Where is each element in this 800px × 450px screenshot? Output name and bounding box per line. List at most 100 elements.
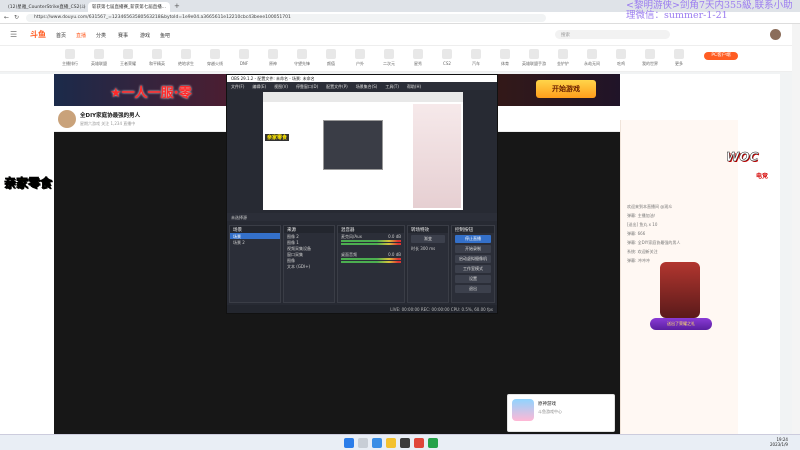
category-item[interactable]: 穿越火线 — [201, 49, 229, 67]
obs-preview[interactable]: 亲家零食 — [263, 92, 463, 210]
stop-stream-button[interactable]: 停止直播 — [455, 235, 491, 243]
category-icon — [645, 49, 655, 59]
settings-button[interactable]: 设置 — [455, 275, 491, 283]
browser-tab-active[interactable]: 斩获第七届直播赛_斩获第七届直播... — [88, 2, 170, 12]
desktop-meter — [341, 261, 401, 263]
category-label: 金铲铲 — [557, 61, 569, 66]
category-label: 二次元 — [383, 61, 395, 66]
room-title: 全DIY家庭协最强的男人 — [80, 113, 141, 119]
category-item[interactable]: 更多 — [665, 49, 693, 67]
desktop-meter — [341, 258, 401, 260]
sources-title: 来源 — [284, 226, 334, 233]
preview-page-side — [413, 104, 461, 208]
obs-menu-item[interactable]: 场景集合(S) — [356, 84, 378, 89]
nav-fishbar[interactable]: 鱼吧 — [160, 32, 170, 39]
url-field[interactable]: https://www.douyu.com/631567_=1234656358… — [26, 14, 546, 22]
obs-menu-item[interactable]: 文件(F) — [231, 84, 244, 89]
category-label: 永劫无间 — [584, 61, 600, 66]
reload-icon[interactable]: ↻ — [14, 14, 19, 21]
obs-menu-item[interactable]: 工具(T) — [385, 84, 399, 89]
chat-message: [送出] 鱼丸 x 10 — [627, 222, 658, 227]
obs-menu-item[interactable]: 编辑(E) — [252, 84, 266, 89]
category-icon — [500, 49, 510, 59]
category-item[interactable]: 吃鸡 — [607, 49, 635, 67]
page-scrollbar[interactable] — [792, 24, 800, 434]
category-item[interactable]: 金铲铲 — [549, 49, 577, 67]
user-avatar[interactable] — [770, 29, 781, 40]
category-item[interactable]: 主播排行 — [56, 49, 84, 67]
site-logo[interactable]: 斗鱼 — [30, 29, 46, 40]
category-label: 主播排行 — [62, 61, 78, 66]
nav-category[interactable]: 分类 — [96, 32, 106, 39]
start-record-button[interactable]: 开始录制 — [455, 245, 491, 253]
category-icon — [123, 49, 133, 59]
back-icon[interactable]: ← — [4, 14, 9, 21]
category-item[interactable]: 汽车 — [462, 49, 490, 67]
gift-bubble[interactable]: 送出了荣耀之礼 — [650, 318, 712, 330]
mixer-panel: 混音器 麦克风/Aux 0.0 dB 桌面音频 0.0 dB — [337, 225, 405, 303]
obs-icon[interactable] — [400, 438, 410, 448]
category-item[interactable]: 二次元 — [375, 49, 403, 67]
nav-home[interactable]: 首页 — [56, 32, 66, 39]
start-game-button[interactable]: 开始游戏 — [536, 80, 596, 98]
obs-menu-item[interactable]: 帮助(H) — [407, 84, 421, 89]
category-item[interactable]: 我的世界 — [636, 49, 664, 67]
windows-start-icon[interactable] — [344, 438, 354, 448]
banner-title: ★一人一服·零 — [110, 86, 192, 101]
obs-menu-item[interactable]: 配置文件(P) — [326, 84, 348, 89]
obs-menu-item[interactable]: 停靠窗口(D) — [296, 84, 318, 89]
new-tab-icon[interactable]: + — [174, 2, 180, 10]
search-input[interactable]: 搜索 — [555, 30, 670, 39]
category-item[interactable]: 颜值 — [317, 49, 345, 67]
obs-menu-item[interactable]: 视图(V) — [274, 84, 288, 89]
exit-button[interactable]: 退出 — [455, 285, 491, 293]
menu-icon[interactable]: ☰ — [10, 30, 17, 39]
category-label: 户外 — [356, 61, 364, 66]
pc-client-button[interactable]: PC客户端 — [704, 52, 738, 60]
search-icon[interactable] — [358, 438, 368, 448]
category-item[interactable]: 绝地求生 — [172, 49, 200, 67]
chrome-icon[interactable] — [414, 438, 424, 448]
obs-window[interactable]: OBS 29.1.2 - 配置文件: 未命名 - 场景: 未命名 文件(F) 编辑… — [226, 74, 498, 314]
streamer-avatar[interactable] — [58, 110, 76, 128]
app-card[interactable]: 原神游戏 斗鱼游戏中心 — [507, 394, 615, 432]
category-item[interactable]: 守望先锋 — [288, 49, 316, 67]
category-label: 体育 — [501, 61, 509, 66]
transitions-title: 转场特效 — [408, 226, 448, 233]
virtual-camera-button[interactable]: 启动虚拟摄像机 — [455, 255, 491, 263]
category-item[interactable]: 英雄联盟手游 — [520, 49, 548, 67]
app-icon — [512, 399, 534, 421]
category-item[interactable]: 星秀 — [404, 49, 432, 67]
category-row: 主播排行 英雄联盟 王者荣耀 和平精英 绝地求生 穿越火线 DNF 原神 守望先锋 颜值 户外 二次元… — [0, 46, 800, 72]
folder-icon[interactable] — [386, 438, 396, 448]
studio-mode-button[interactable]: 工作室模式 — [455, 265, 491, 273]
duration-value[interactable]: 300 ms — [420, 246, 435, 251]
category-item[interactable]: 永劫无间 — [578, 49, 606, 67]
transitions-panel: 转场特效 渐变 时长 300 ms — [407, 225, 449, 303]
category-icon — [94, 49, 104, 59]
category-item[interactable]: 体育 — [491, 49, 519, 67]
category-label: 原神 — [269, 61, 277, 66]
nav-events[interactable]: 赛事 — [118, 32, 128, 39]
preview-caption: 亲家零食 — [265, 134, 290, 141]
category-item[interactable]: 原神 — [259, 49, 287, 67]
nav-games[interactable]: 游戏 — [140, 32, 150, 39]
edge-icon[interactable] — [372, 438, 382, 448]
category-item[interactable]: 英雄联盟 — [85, 49, 113, 67]
category-item[interactable]: 和平精英 — [143, 49, 171, 67]
category-item[interactable]: 王者荣耀 — [114, 49, 142, 67]
category-icon — [65, 49, 75, 59]
system-clock: 19:24 2023/1/9 — [770, 437, 788, 447]
transition-select[interactable]: 渐变 — [411, 235, 445, 243]
category-icon — [529, 49, 539, 59]
wechat-icon[interactable] — [428, 438, 438, 448]
category-item[interactable]: CS2 — [433, 49, 461, 66]
category-item[interactable]: 户外 — [346, 49, 374, 67]
obs-title: OBS 29.1.2 - 配置文件: 未命名 - 场景: 未命名 — [227, 75, 497, 82]
nav-live[interactable]: 直播 — [76, 32, 86, 39]
overlay-caption: 亲家零食 — [4, 176, 53, 191]
category-item[interactable]: DNF — [230, 49, 258, 66]
browser-tab[interactable]: (12)星雅_CounterStrike直播_CS2(斗鱼... — [4, 2, 86, 12]
scene-item[interactable]: 场景 2 — [230, 239, 280, 245]
source-item[interactable]: 文本 (GDI+) — [284, 263, 334, 269]
